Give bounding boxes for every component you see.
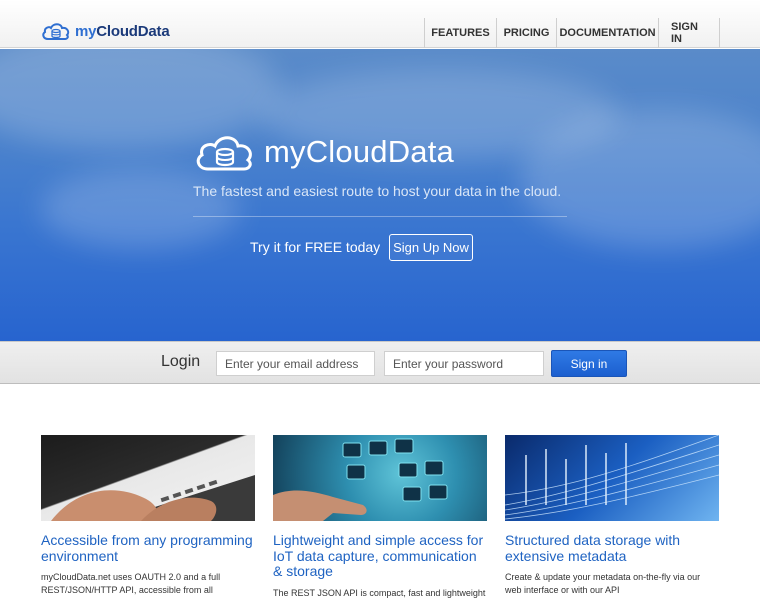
data-lines — [505, 435, 719, 520]
feature-title: Structured data storage with extensive m… — [505, 532, 681, 564]
tablet-tiles — [342, 438, 448, 502]
brand-logo[interactable]: myCloudData — [40, 18, 170, 44]
pointing-hand — [273, 490, 367, 521]
tablet-touch-image — [273, 435, 487, 521]
hero-banner: myCloudData The fastest and easiest rout… — [0, 49, 760, 341]
tablet-illustration — [273, 438, 448, 521]
feature-title: Accessible from any programming environm… — [41, 532, 253, 564]
hero-logo: myCloudData — [192, 129, 454, 175]
sign-in-button[interactable]: Sign in — [551, 350, 627, 377]
sign-up-button[interactable]: Sign Up Now — [389, 234, 473, 261]
data-streams-illustration — [505, 435, 719, 520]
feature-description: Create & update your metadata on-the-fly… — [505, 572, 701, 595]
cloud-database-icon — [42, 23, 70, 40]
feature-card: Structured data storage with extensive m… — [505, 435, 719, 596]
login-bar: Login Sign in — [0, 341, 760, 384]
main-nav: FEATURES PRICING DOCUMENTATION SIGN IN — [424, 18, 720, 48]
sky-cloud — [40, 169, 240, 249]
login-label: Login — [161, 353, 201, 370]
nav-pricing[interactable]: PRICING — [496, 18, 556, 48]
nav-features[interactable]: FEATURES — [424, 18, 496, 48]
hand-left — [51, 490, 158, 521]
brand-suffix: CloudData — [96, 22, 170, 40]
cloud-database-icon — [196, 136, 252, 171]
laptop-illustration — [51, 475, 255, 521]
try-free-text: Try it for FREE today — [250, 239, 381, 255]
laptop-typing-image — [41, 435, 255, 521]
brand-name: myCloudData — [75, 22, 170, 40]
feature-card: Lightweight and simple access for IoT da… — [273, 435, 487, 599]
email-input[interactable] — [216, 351, 375, 376]
hero-divider — [193, 216, 567, 217]
nav-sign-in[interactable]: SIGN IN — [658, 18, 720, 48]
nav-documentation[interactable]: DOCUMENTATION — [556, 18, 658, 48]
hero-title: myCloudData — [264, 134, 455, 169]
hero-tagline: The fastest and easiest route to host yo… — [193, 183, 562, 199]
feature-card: Accessible from any programming environm… — [41, 435, 255, 596]
data-streams-image — [505, 435, 719, 521]
top-navbar: myCloudData FEATURES PRICING DOCUMENTATI… — [0, 0, 760, 48]
brand-prefix: my — [75, 22, 97, 40]
feature-description: The REST JSON API is compact, fast and l… — [273, 587, 486, 598]
password-input[interactable] — [384, 351, 544, 376]
feature-title: Lightweight and simple access for IoT da… — [273, 532, 484, 579]
feature-description: myCloudData.net uses OAUTH 2.0 and a ful… — [41, 572, 221, 595]
